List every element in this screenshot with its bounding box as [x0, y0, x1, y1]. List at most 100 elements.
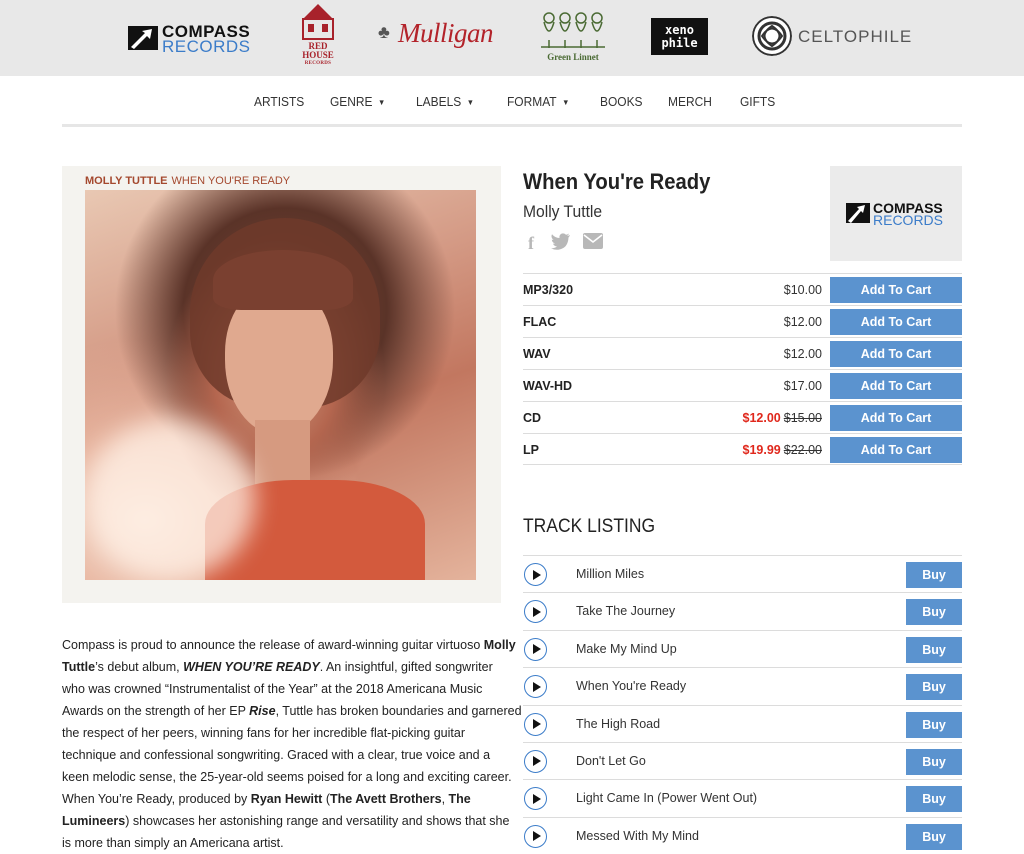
buy-track-button[interactable]: Buy [906, 599, 962, 626]
desc-text: ) showcases her astonishing range and ve… [125, 814, 510, 828]
buy-track-button[interactable]: Buy [906, 636, 962, 663]
format-name: LP [523, 443, 539, 457]
play-icon[interactable] [524, 749, 547, 773]
track-title: Messed With My Mind [576, 828, 699, 843]
celtic-knot-icon [752, 16, 792, 56]
compass-records-logo: COMPASS RECORDS [846, 200, 956, 228]
track-row: Messed With My Mind Buy [523, 816, 962, 854]
artist-name[interactable]: Molly Tuttle [523, 202, 602, 222]
chevron-down-icon: ▼ [466, 98, 475, 107]
desc-band: The Avett Brothers [329, 792, 442, 806]
format-price: $12.00 [784, 315, 822, 329]
track-row: Take The Journey Buy [523, 592, 962, 629]
album-description: Compass is proud to announce the release… [62, 634, 522, 854]
buy-track-button[interactable]: Buy [906, 562, 962, 588]
compass-records-logo[interactable]: COMPASS RECORDS [128, 22, 258, 56]
track-title: Don't Let Go [576, 753, 646, 768]
nav-gifts[interactable]: GIFTS [740, 94, 775, 109]
twitter-icon[interactable] [551, 233, 571, 254]
green-linnet-logo[interactable]: Green Linnet [538, 10, 608, 66]
description-line: Compass is proud to announce the release… [62, 634, 516, 656]
house-body-icon [302, 18, 334, 40]
sale-price: $12.00 [742, 411, 781, 425]
desc-album-title: WHEN YOU’RE READY [183, 660, 320, 674]
format-name: CD [523, 411, 542, 425]
desc-text: Compass is proud to announce the release… [62, 638, 484, 652]
album-cover-header: MOLLY TUTTLE WHEN YOU'RE READY [85, 175, 290, 187]
nav-labels[interactable]: LABELS ▼ [416, 94, 474, 109]
xenophile-line1: xeno [665, 23, 694, 37]
add-to-cart-button[interactable]: Add To Cart [830, 373, 962, 399]
format-name: WAV [523, 347, 551, 361]
record-label-logo[interactable]: COMPASS RECORDS [830, 166, 962, 261]
desc-text: When You’re Ready, produced by [62, 792, 251, 806]
format-price-list: MP3/320 $10.00 Add To Cart FLAC $12.00 A… [523, 273, 962, 465]
records-word: RECORDS [162, 37, 251, 56]
format-name: WAV-HD [523, 379, 573, 393]
nav-genre-label: GENRE [330, 94, 373, 109]
description-line: Awards on the strength of her EP Rise, T… [62, 700, 522, 722]
buy-track-button[interactable]: Buy [906, 748, 962, 775]
facebook-icon[interactable]: f [528, 233, 534, 253]
xenophile-logo[interactable]: xeno phile [651, 18, 708, 55]
description-line: When You’re Ready, produced by Ryan Hewi… [62, 788, 502, 810]
buy-track-button[interactable]: Buy [906, 674, 962, 701]
description-line: keen melodic sense, the 25-year-old seem… [62, 770, 512, 784]
red-house-records-logo[interactable]: RED HOUSE RECORDS [300, 4, 336, 70]
play-icon[interactable] [524, 637, 547, 661]
mulligan-wordmark: Mulligan [398, 18, 494, 48]
linnet-birds-icon [541, 12, 605, 48]
desc-ep-title: Rise [249, 704, 276, 718]
format-price: $19.99 $22.00 [743, 443, 822, 457]
nav-books[interactable]: BOOKS [600, 94, 643, 109]
track-row: Don't Let Go Buy [523, 741, 962, 779]
track-row: Light Came In (Power Went Out) Buy [523, 779, 962, 816]
red-house-line3: RECORDS [304, 61, 332, 66]
format-row: CD $12.00 $15.00 Add To Cart [523, 401, 962, 433]
track-row: Million Miles Buy [523, 555, 962, 592]
description-line: is more than simply an Americana artist. [62, 836, 284, 850]
buy-track-button[interactable]: Buy [906, 786, 962, 813]
track-title: Million Miles [576, 567, 645, 581]
mulligan-logo[interactable]: ♣ Mulligan [378, 18, 494, 54]
buy-track-button[interactable]: Buy [906, 711, 962, 738]
nav-gifts-label: GIFTS [740, 94, 776, 109]
play-icon[interactable] [524, 712, 547, 736]
celtophile-wordmark: CELTOPHILE [798, 27, 913, 46]
nav-artists[interactable]: ARTISTS [254, 94, 304, 109]
desc-artist-name: Tuttle [62, 660, 96, 674]
play-icon[interactable] [524, 600, 547, 624]
add-to-cart-button[interactable]: Add To Cart [830, 309, 962, 335]
nav-format[interactable]: FORMAT ▼ [507, 94, 569, 109]
album-title: When You're Ready [523, 169, 711, 194]
nav-merch-label: MERCH [668, 94, 712, 109]
price: $12.00 [783, 347, 822, 361]
album-cover: MOLLY TUTTLE WHEN YOU'RE READY [62, 166, 501, 603]
format-name: FLAC [523, 315, 557, 329]
email-icon[interactable] [583, 233, 603, 253]
nav-divider [62, 124, 962, 127]
nav-format-label: FORMAT [507, 94, 557, 109]
original-price: $22.00 [783, 443, 822, 457]
buy-track-button[interactable]: Buy [906, 823, 962, 850]
compass-arrow-icon [846, 203, 870, 223]
desc-text: Awards on the strength of her EP [62, 704, 250, 718]
main-nav: ARTISTS GENRE ▼ LABELS ▼ FORMAT ▼ BOOKS MER… [0, 86, 1024, 116]
desc-text: ’s debut album, [95, 660, 184, 674]
play-icon[interactable] [524, 675, 547, 699]
play-icon[interactable] [524, 787, 547, 811]
track-title: Make My Mind Up [576, 641, 677, 656]
nav-genre[interactable]: GENRE ▼ [330, 94, 385, 109]
format-row: MP3/320 $10.00 Add To Cart [523, 273, 962, 305]
play-icon[interactable] [524, 563, 547, 586]
desc-band: The [448, 792, 471, 806]
add-to-cart-button[interactable]: Add To Cart [830, 437, 962, 463]
add-to-cart-button[interactable]: Add To Cart [830, 405, 962, 431]
add-to-cart-button[interactable]: Add To Cart [830, 341, 962, 367]
celtophile-logo[interactable]: CELTOPHILE [752, 16, 911, 58]
add-to-cart-button[interactable]: Add To Cart [830, 277, 962, 303]
play-icon[interactable] [524, 824, 547, 848]
format-row: WAV-HD $17.00 Add To Cart [523, 369, 962, 401]
description-line: technique and confessional songwriting. … [62, 748, 491, 762]
nav-merch[interactable]: MERCH [668, 94, 712, 109]
